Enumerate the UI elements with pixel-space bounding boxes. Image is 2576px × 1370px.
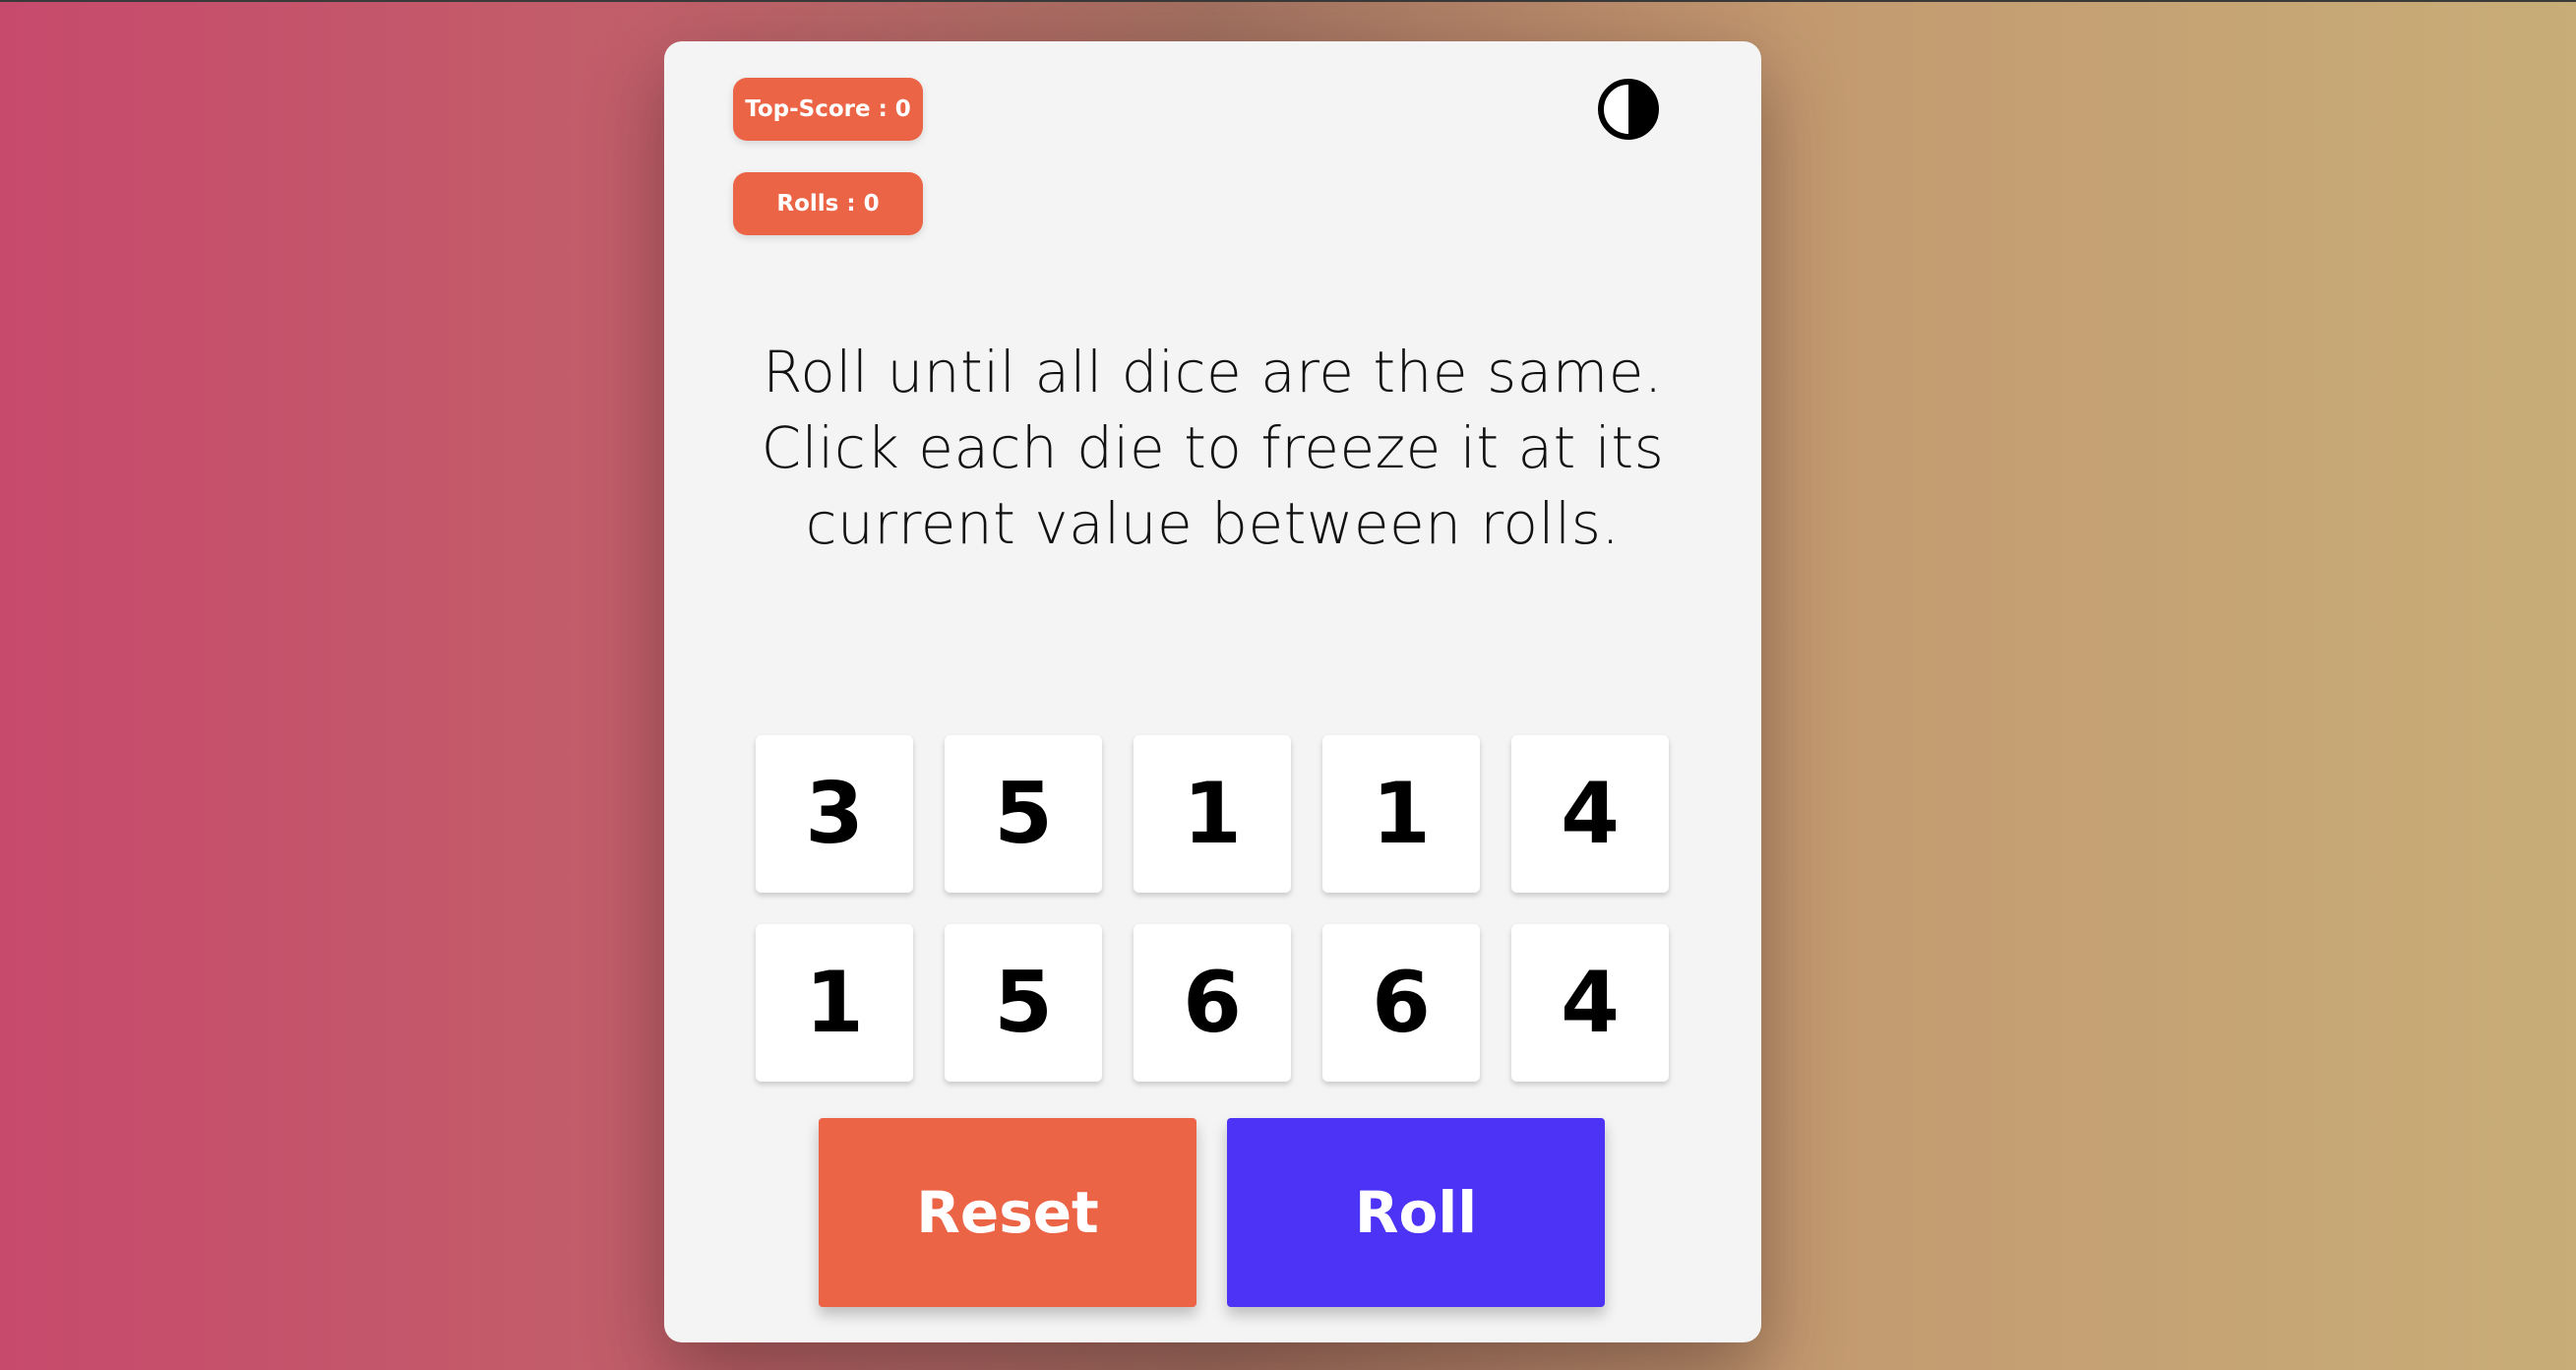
- die[interactable]: 4: [1511, 924, 1669, 1082]
- die[interactable]: 1: [1322, 735, 1480, 893]
- theme-toggle-button[interactable]: [1597, 78, 1660, 141]
- die[interactable]: 1: [1134, 735, 1291, 893]
- window-top-edge: [0, 0, 2576, 2]
- die[interactable]: 5: [945, 924, 1102, 1082]
- die[interactable]: 6: [1322, 924, 1480, 1082]
- die[interactable]: 5: [945, 735, 1102, 893]
- rolls-badge: Rolls : 0: [733, 172, 923, 235]
- die[interactable]: 6: [1134, 924, 1291, 1082]
- reset-button[interactable]: Reset: [819, 1118, 1196, 1307]
- top-score-badge: Top-Score : 0: [733, 78, 923, 141]
- dice-grid: 3 5 1 1 4 1 5 6 6 4: [756, 735, 1669, 1082]
- die[interactable]: 1: [756, 924, 913, 1082]
- contrast-icon: [1598, 79, 1659, 140]
- instructions-text: Roll until all dice are the same. Click …: [761, 339, 1665, 557]
- game-card: Top-Score : 0 Rolls : 0 Roll until all d…: [664, 41, 1761, 1342]
- roll-button[interactable]: Roll: [1227, 1118, 1605, 1307]
- die[interactable]: 3: [756, 735, 913, 893]
- die[interactable]: 4: [1511, 735, 1669, 893]
